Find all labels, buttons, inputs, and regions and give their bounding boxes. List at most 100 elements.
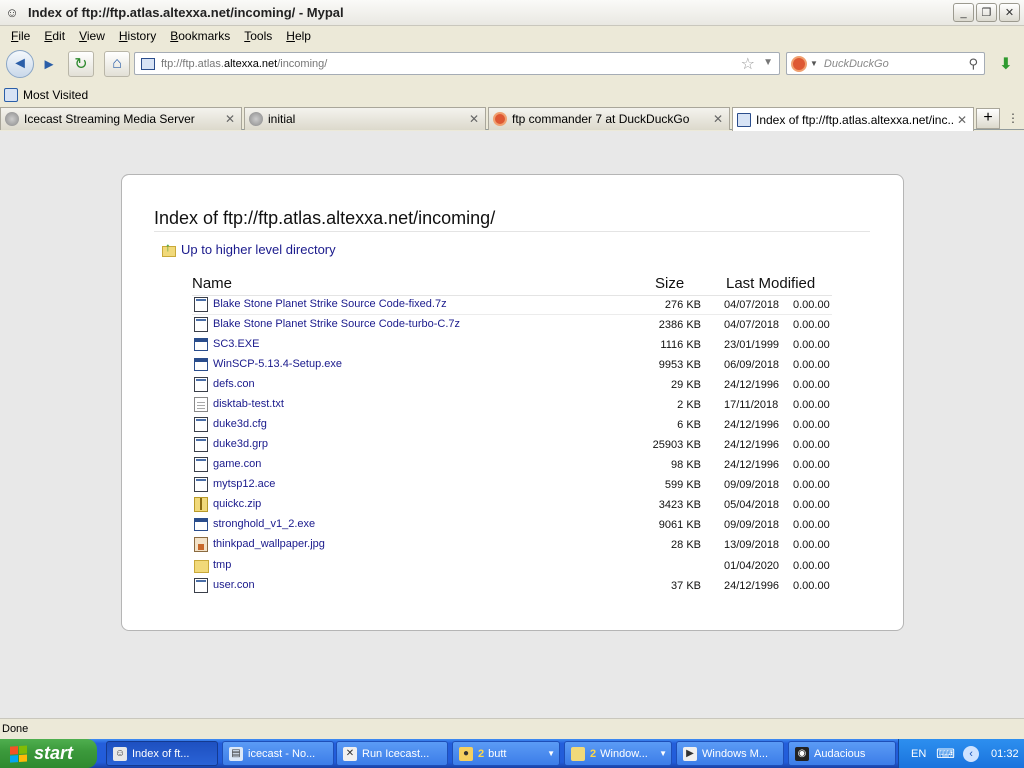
folder-icon bbox=[571, 746, 585, 761]
menu-help[interactable]: Help bbox=[279, 29, 318, 43]
heading-divider bbox=[154, 231, 870, 232]
file-date: 06/09/2018 bbox=[724, 359, 780, 371]
file-name-link[interactable]: user.con bbox=[213, 579, 255, 591]
back-arrow-icon: ◄ bbox=[12, 55, 28, 72]
menu-tools[interactable]: Tools bbox=[237, 29, 279, 43]
search-magnifier-icon[interactable]: ⚲ bbox=[968, 56, 978, 72]
taskbar-item-7[interactable]: ◉ Audacious bbox=[788, 741, 896, 766]
file-name-link[interactable]: quickc.zip bbox=[213, 498, 261, 510]
task-label: Window... bbox=[600, 747, 648, 760]
status-bar: Done bbox=[0, 718, 1024, 739]
bin-file-icon bbox=[194, 377, 208, 392]
task-label: Run Icecast... bbox=[362, 747, 430, 760]
file-name-link[interactable]: WinSCP-5.13.4-Setup.exe bbox=[213, 358, 342, 370]
file-name-link[interactable]: Blake Stone Planet Strike Source Code-fi… bbox=[213, 298, 447, 310]
tab-4[interactable]: Index of ftp://ftp.atlas.altexxa.net/inc… bbox=[732, 107, 974, 131]
file-time: 0.00.00 bbox=[793, 379, 830, 391]
taskbar-item-2[interactable]: ▤ icecast - No... bbox=[222, 741, 334, 766]
exe-file-icon bbox=[194, 358, 208, 371]
folder-file-icon bbox=[194, 560, 209, 573]
forward-button[interactable]: ► bbox=[36, 51, 62, 77]
file-time: 0.00.00 bbox=[793, 519, 830, 531]
zip-file-icon bbox=[194, 497, 208, 512]
file-name-link[interactable]: duke3d.grp bbox=[213, 438, 268, 450]
menu-view[interactable]: View bbox=[72, 29, 112, 43]
file-name-link[interactable]: disktab-test.txt bbox=[213, 398, 284, 410]
tab-close-icon[interactable]: ✕ bbox=[954, 113, 970, 127]
file-name-link[interactable]: Blake Stone Planet Strike Source Code-tu… bbox=[213, 318, 460, 330]
back-button[interactable]: ◄ bbox=[6, 50, 34, 78]
file-row: tmp 01/04/2020 0.00.00 bbox=[122, 556, 905, 576]
file-row: mytsp12.ace 599 KB 09/09/2018 0.00.00 bbox=[122, 475, 905, 495]
search-engine-dropdown-icon[interactable]: ▼ bbox=[810, 59, 818, 68]
file-name-link[interactable]: defs.con bbox=[213, 378, 255, 390]
file-name-link[interactable]: SC3.EXE bbox=[213, 338, 259, 350]
taskbar-item-5[interactable]: 2 Window... ▼ bbox=[564, 741, 672, 766]
menu-label-rest: dit bbox=[52, 29, 66, 43]
task-label: Index of ft... bbox=[132, 747, 190, 760]
url-bar[interactable]: ftp://ftp.atlas.altexxa.net/incoming/ ☆ … bbox=[134, 52, 780, 75]
bookmark-star-icon[interactable]: ☆ bbox=[741, 54, 755, 74]
menu-file[interactable]: File bbox=[4, 29, 37, 43]
txt-file-icon bbox=[194, 397, 208, 412]
tab-close-icon[interactable]: ✕ bbox=[466, 112, 482, 126]
page-heading: Index of ftp://ftp.atlas.altexxa.net/inc… bbox=[154, 208, 496, 228]
taskbar-item-3[interactable]: ✕ Run Icecast... bbox=[336, 741, 448, 766]
up-directory-label[interactable]: Up to higher level directory bbox=[181, 242, 336, 257]
language-indicator[interactable]: EN bbox=[911, 748, 926, 760]
file-date: 01/04/2020 bbox=[724, 560, 780, 572]
file-date: 17/11/2018 bbox=[724, 399, 779, 411]
keyboard-icon[interactable]: ⌨ bbox=[936, 746, 955, 762]
url-history-dropdown-icon[interactable]: ▼ bbox=[763, 57, 773, 68]
tray-expand-icon[interactable]: ‹ bbox=[963, 745, 980, 762]
task-label: icecast - No... bbox=[248, 747, 316, 760]
search-input[interactable]: DuckDuckGo bbox=[824, 58, 889, 70]
duckduckgo-icon[interactable] bbox=[791, 55, 807, 72]
task-group-arrow-icon: ▼ bbox=[659, 749, 667, 758]
url-text[interactable]: ftp://ftp.atlas.altexxa.net/incoming/ bbox=[161, 58, 327, 70]
file-size: 2 KB bbox=[677, 399, 701, 411]
file-name-link[interactable]: thinkpad_wallpaper.jpg bbox=[213, 538, 325, 550]
tab-overflow-icon[interactable]: ⋮ bbox=[1004, 108, 1022, 129]
menu-bookmarks[interactable]: Bookmarks bbox=[163, 29, 237, 43]
taskbar: start EN ⌨ ‹ 01:32 ☺ Index of ft... ▤ iceca… bbox=[0, 739, 1024, 768]
file-size: 28 KB bbox=[671, 539, 701, 551]
file-row: Blake Stone Planet Strike Source Code-fi… bbox=[122, 295, 905, 315]
tab-close-icon[interactable]: ✕ bbox=[222, 112, 238, 126]
restore-button[interactable]: ❐ bbox=[976, 3, 997, 22]
status-text: Done bbox=[2, 723, 29, 735]
start-button[interactable]: start bbox=[0, 739, 97, 768]
reload-button[interactable]: ↻ bbox=[68, 51, 94, 77]
task-label: Audacious bbox=[814, 747, 866, 760]
file-name-link[interactable]: game.con bbox=[213, 458, 261, 470]
tab-2[interactable]: initial ✕ bbox=[244, 107, 486, 130]
downloads-button[interactable]: ⬇ bbox=[993, 53, 1019, 75]
taskbar-item-4[interactable]: ● 2 butt ▼ bbox=[452, 741, 560, 766]
taskbar-item-1[interactable]: ☺ Index of ft... bbox=[106, 741, 218, 766]
exe-file-icon bbox=[194, 518, 208, 531]
file-date: 09/09/2018 bbox=[724, 519, 780, 531]
mypal-app-icon[interactable]: ☺ bbox=[4, 5, 20, 21]
taskbar-item-6[interactable]: ▶ Windows M... bbox=[676, 741, 784, 766]
file-time: 0.00.00 bbox=[793, 319, 830, 331]
most-visited-bookmark[interactable]: Most Visited bbox=[23, 88, 88, 102]
file-name-link[interactable]: stronghold_v1_2.exe bbox=[213, 518, 315, 530]
minimize-button[interactable]: _ bbox=[953, 3, 974, 22]
menu-edit[interactable]: Edit bbox=[37, 29, 72, 43]
task-group-arrow-icon: ▼ bbox=[547, 749, 555, 758]
img-file-icon bbox=[194, 537, 208, 552]
tab-1[interactable]: Icecast Streaming Media Server ✕ bbox=[0, 107, 242, 130]
search-bar[interactable]: ▼ DuckDuckGo ⚲ bbox=[786, 52, 985, 75]
up-directory-link[interactable]: ↑ Up to higher level directory bbox=[162, 241, 336, 257]
file-name-link[interactable]: tmp bbox=[213, 559, 231, 571]
file-name-link[interactable]: mytsp12.ace bbox=[213, 478, 275, 490]
new-tab-button[interactable]: + bbox=[976, 108, 1000, 129]
directory-listing-card: Index of ftp://ftp.atlas.altexxa.net/inc… bbox=[121, 174, 904, 631]
file-time: 0.00.00 bbox=[793, 539, 830, 551]
file-name-link[interactable]: duke3d.cfg bbox=[213, 418, 267, 430]
tab-3[interactable]: ftp commander 7 at DuckDuckGo ✕ bbox=[488, 107, 730, 130]
close-window-button[interactable]: ✕ bbox=[999, 3, 1020, 22]
home-button[interactable]: ⌂ bbox=[104, 51, 130, 77]
menu-history[interactable]: History bbox=[112, 29, 163, 43]
tab-close-icon[interactable]: ✕ bbox=[710, 112, 726, 126]
